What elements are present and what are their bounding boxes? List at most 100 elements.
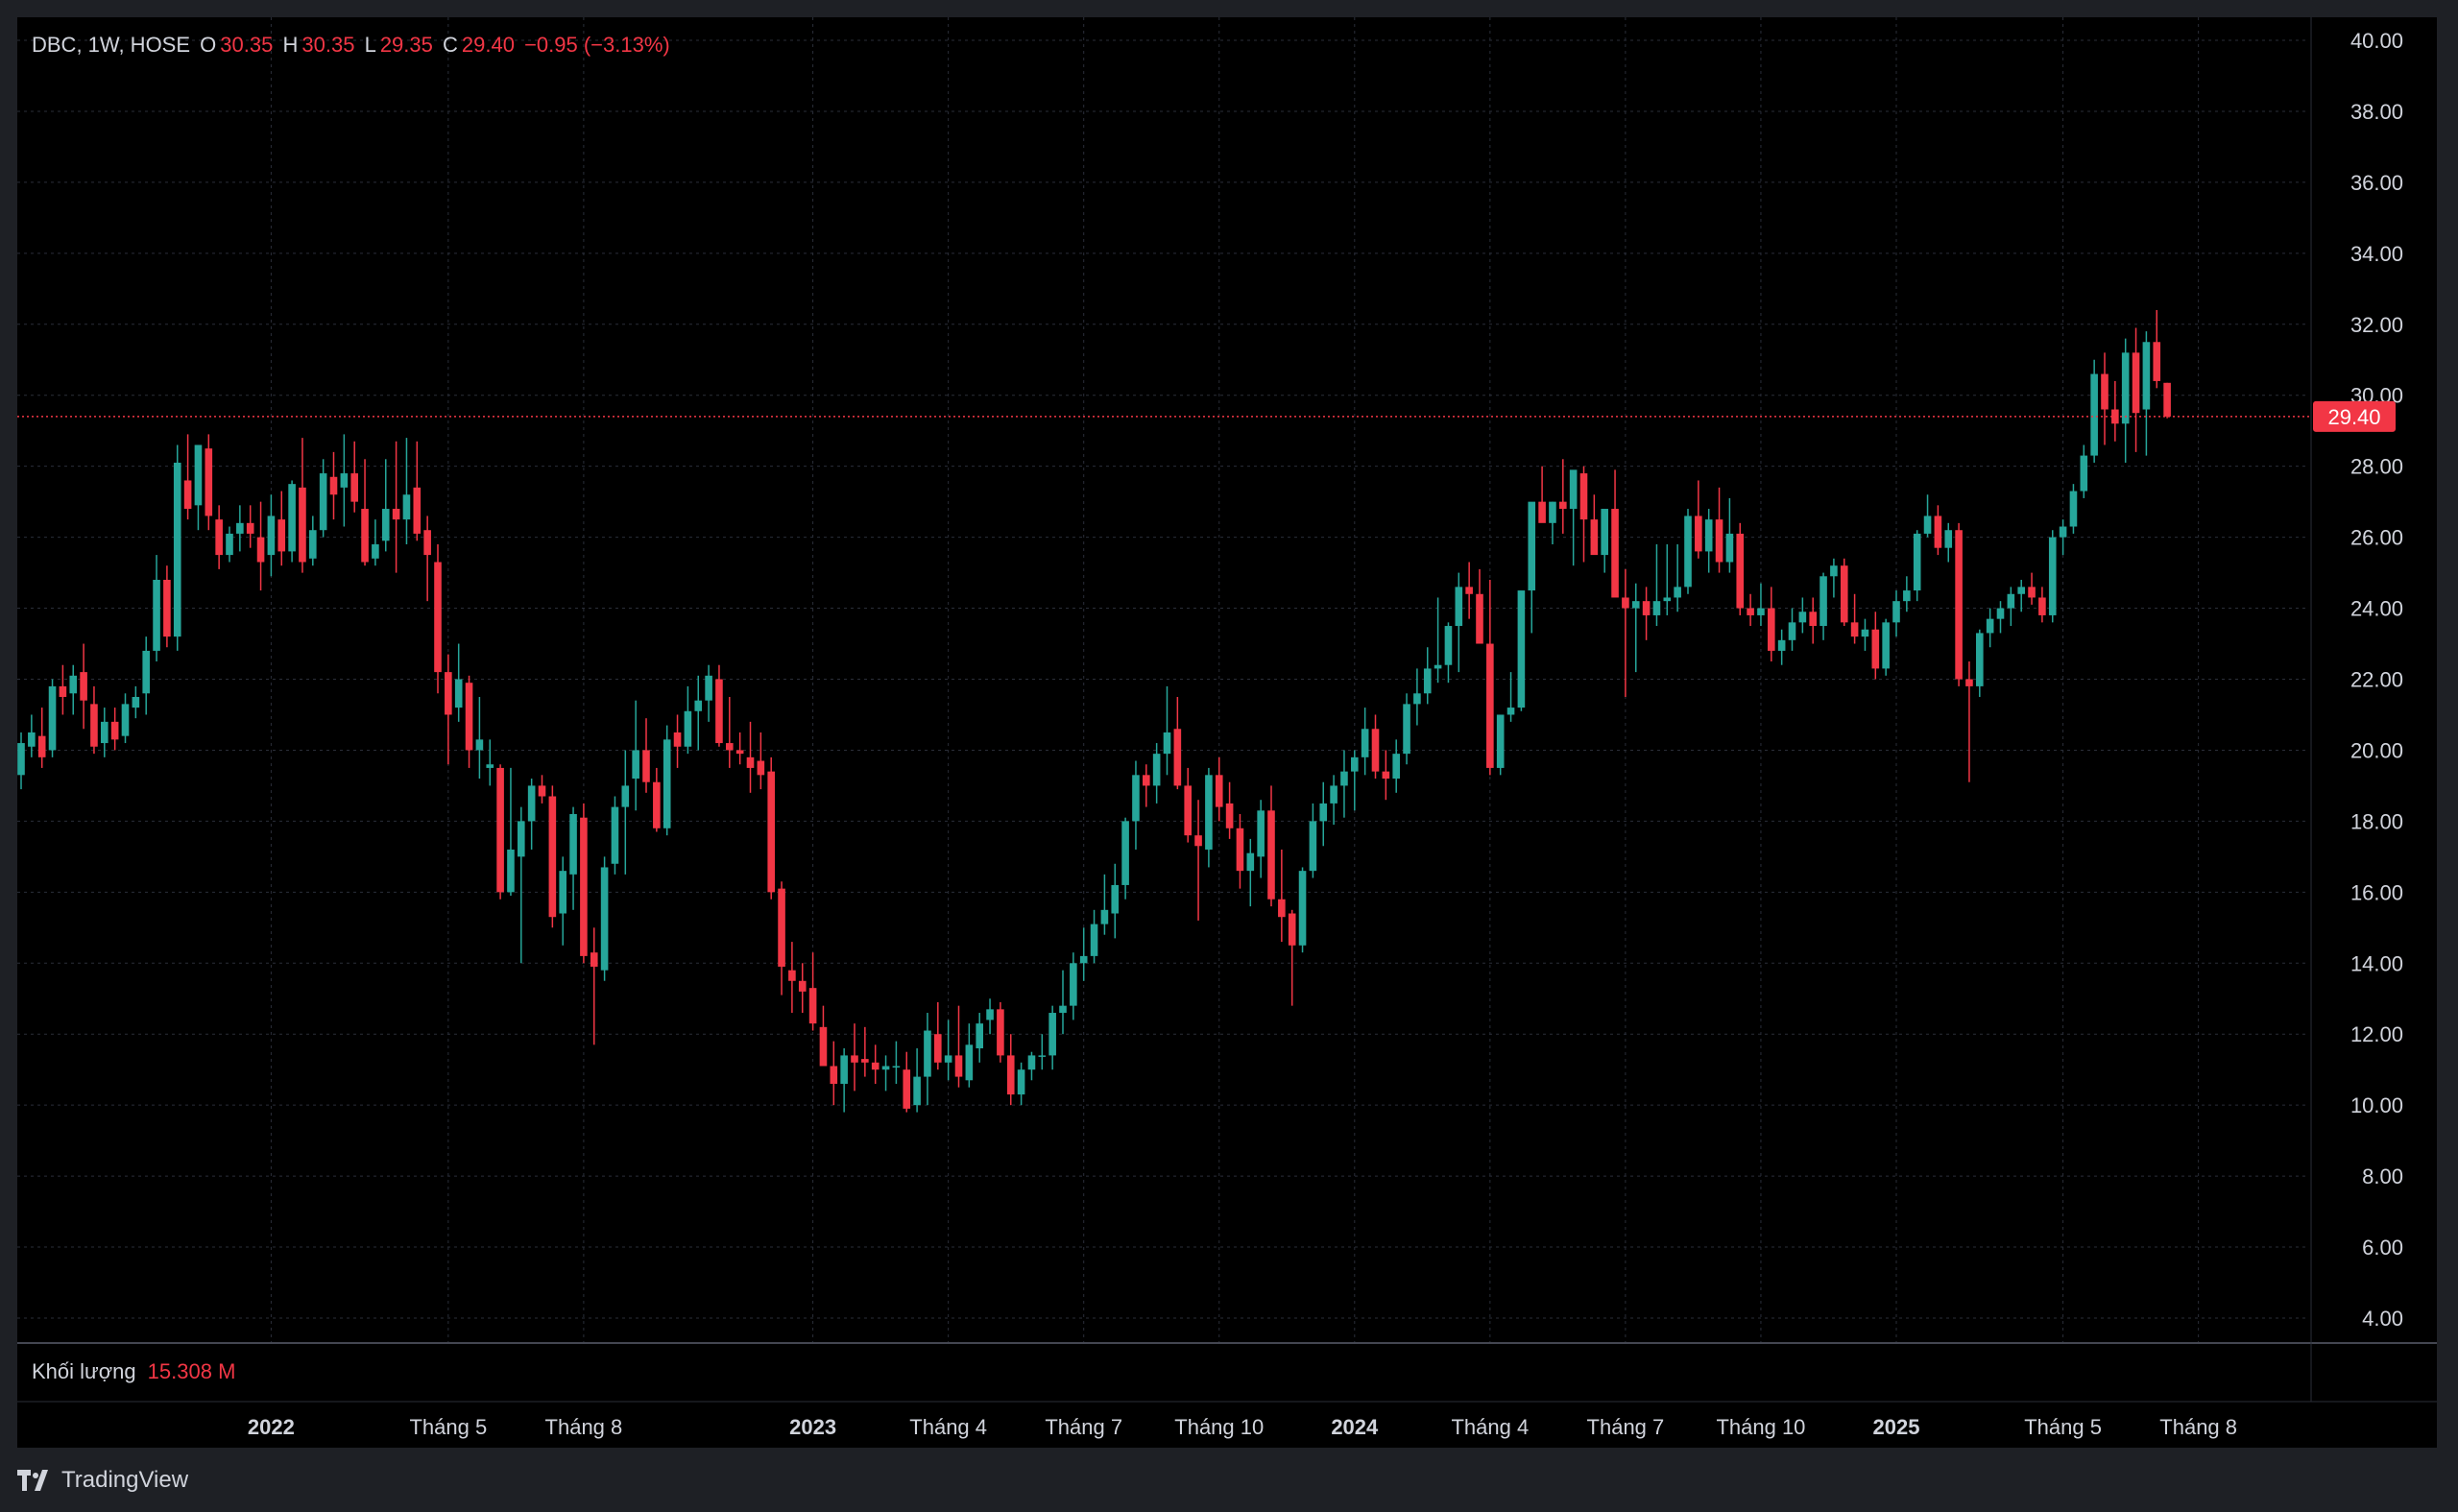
- candle[interactable]: [653, 767, 661, 832]
- candle[interactable]: [2153, 309, 2161, 389]
- candle[interactable]: [1663, 544, 1672, 615]
- candle[interactable]: [1976, 629, 1984, 697]
- candle[interactable]: [767, 756, 775, 900]
- candle[interactable]: [1006, 1034, 1015, 1106]
- candle[interactable]: [663, 725, 671, 836]
- candle[interactable]: [1538, 466, 1546, 523]
- candle[interactable]: [673, 714, 682, 768]
- legend-symbol[interactable]: DBC, 1W, HOSE: [32, 33, 190, 57]
- candle[interactable]: [840, 1048, 848, 1113]
- candle[interactable]: [1152, 743, 1161, 804]
- candle[interactable]: [132, 685, 140, 719]
- candle[interactable]: [392, 441, 400, 573]
- candle[interactable]: [819, 1005, 828, 1067]
- candle[interactable]: [423, 516, 431, 602]
- candle[interactable]: [2163, 382, 2171, 419]
- candle[interactable]: [267, 494, 276, 577]
- candle[interactable]: [80, 643, 87, 730]
- candle[interactable]: [997, 1001, 1004, 1063]
- candle[interactable]: [1465, 562, 1473, 619]
- candle[interactable]: [1319, 781, 1328, 847]
- candle[interactable]: [1559, 459, 1567, 534]
- candle[interactable]: [1631, 583, 1640, 673]
- candle[interactable]: [1725, 497, 1734, 573]
- candle[interactable]: [892, 1041, 901, 1084]
- candle[interactable]: [1517, 590, 1526, 711]
- candle[interactable]: [1351, 750, 1359, 811]
- candle[interactable]: [1777, 629, 1786, 665]
- candle[interactable]: [69, 664, 78, 715]
- candle[interactable]: [1288, 909, 1296, 1006]
- candle[interactable]: [1736, 522, 1745, 615]
- candle[interactable]: [381, 459, 390, 552]
- candle[interactable]: [569, 806, 577, 910]
- candle[interactable]: [507, 767, 515, 897]
- candle[interactable]: [1413, 668, 1421, 726]
- candle[interactable]: [1506, 672, 1515, 722]
- candle[interactable]: [475, 696, 484, 780]
- candle[interactable]: [1882, 618, 1890, 676]
- candle[interactable]: [1768, 587, 1775, 662]
- candle[interactable]: [1704, 509, 1713, 573]
- candle[interactable]: [746, 721, 755, 793]
- candle[interactable]: [726, 696, 734, 768]
- candle[interactable]: [944, 1020, 952, 1081]
- candle[interactable]: [1038, 1034, 1047, 1070]
- candle[interactable]: [2048, 530, 2057, 623]
- candle[interactable]: [413, 441, 422, 541]
- candle[interactable]: [1143, 764, 1150, 807]
- candle[interactable]: [194, 444, 203, 531]
- candle[interactable]: [1121, 817, 1129, 900]
- candle[interactable]: [1830, 558, 1838, 598]
- candle[interactable]: [1444, 622, 1453, 684]
- candle[interactable]: [1747, 593, 1754, 627]
- candle[interactable]: [1850, 593, 1859, 644]
- candle[interactable]: [1788, 608, 1796, 651]
- candle[interactable]: [434, 544, 442, 694]
- candle[interactable]: [110, 708, 119, 751]
- candle[interactable]: [1163, 685, 1171, 776]
- candle[interactable]: [1642, 587, 1651, 640]
- candle[interactable]: [319, 459, 327, 538]
- candle[interactable]: [2028, 572, 2036, 605]
- candle[interactable]: [1861, 618, 1869, 651]
- candle[interactable]: [611, 796, 619, 875]
- candle[interactable]: [1569, 469, 1578, 566]
- candle[interactable]: [1434, 597, 1442, 684]
- candle[interactable]: [2069, 484, 2078, 534]
- candle[interactable]: [1757, 583, 1765, 627]
- candle[interactable]: [37, 708, 46, 768]
- candle[interactable]: [1257, 800, 1265, 878]
- candle[interactable]: [454, 643, 463, 722]
- candle[interactable]: [1496, 714, 1505, 776]
- candle[interactable]: [1986, 608, 1994, 648]
- candle[interactable]: [808, 952, 817, 1031]
- candle[interactable]: [1819, 572, 1827, 640]
- candle[interactable]: [527, 779, 536, 850]
- candle[interactable]: [1194, 800, 1202, 921]
- candle[interactable]: [1934, 505, 1942, 556]
- candle[interactable]: [2132, 327, 2140, 452]
- candle[interactable]: [1590, 494, 1599, 556]
- candle[interactable]: [871, 1044, 880, 1084]
- candle[interactable]: [1048, 1005, 1056, 1070]
- candle[interactable]: [778, 881, 785, 996]
- candle[interactable]: [1059, 970, 1067, 1035]
- candle[interactable]: [2007, 587, 2015, 627]
- candle[interactable]: [183, 434, 192, 520]
- candle[interactable]: [2121, 338, 2130, 463]
- candle[interactable]: [299, 438, 306, 573]
- candle[interactable]: [1340, 750, 1348, 818]
- candle[interactable]: [1236, 813, 1244, 889]
- candle[interactable]: [163, 565, 171, 648]
- candle[interactable]: [2059, 519, 2067, 556]
- candle[interactable]: [705, 664, 712, 722]
- candle[interactable]: [1298, 867, 1307, 953]
- candle[interactable]: [486, 739, 494, 786]
- candle[interactable]: [2142, 331, 2151, 456]
- candle[interactable]: [1840, 558, 1848, 627]
- candle[interactable]: [559, 856, 566, 946]
- candle[interactable]: [1996, 601, 2005, 634]
- candle[interactable]: [1455, 572, 1463, 673]
- candle[interactable]: [2080, 444, 2088, 498]
